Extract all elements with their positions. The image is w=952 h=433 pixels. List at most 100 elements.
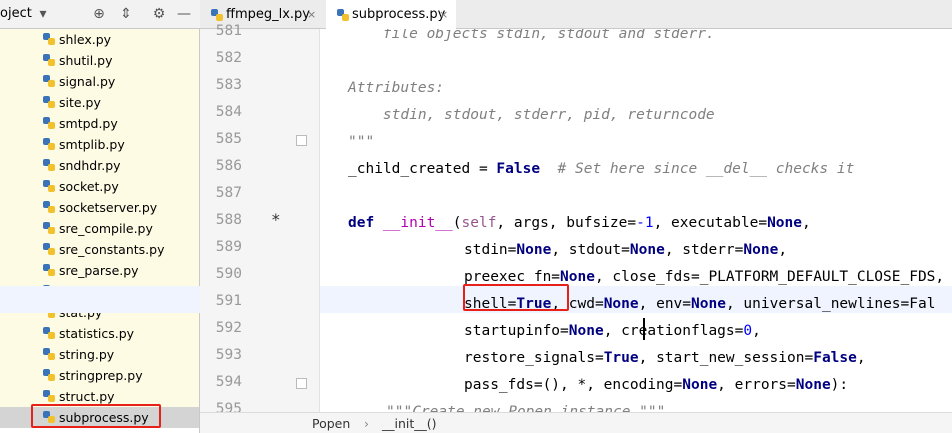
line-number: 587 [215, 185, 242, 201]
breadcrumb-method[interactable]: __init__() [382, 416, 437, 431]
fold-end-icon[interactable] [296, 135, 307, 146]
file-name: struct.py [59, 389, 115, 404]
python-file-icon [43, 222, 55, 234]
editor-tab-bar: ffmpeg_lx.py × subprocess.py × [200, 0, 952, 29]
file-name: string.py [59, 347, 115, 362]
line-number: 585 [215, 131, 242, 147]
code-line-584: stdin, stdout, stderr, pid, returncode [348, 107, 715, 123]
file-name: shlex.py [59, 32, 112, 47]
file-tree-item[interactable]: smtpd.py [0, 113, 199, 134]
breadcrumb-class[interactable]: Popen [312, 416, 350, 431]
tab-label: subprocess.py [352, 7, 446, 22]
line-number: 582 [215, 50, 242, 66]
python-file-icon [337, 9, 349, 21]
file-tree-item[interactable]: sre_constants.py [0, 239, 199, 260]
python-file-icon [43, 117, 55, 129]
modified-marker: * [271, 210, 281, 229]
python-file-icon [43, 327, 55, 339]
python-file-icon [43, 369, 55, 381]
python-file-icon [43, 348, 55, 360]
collapse-icon[interactable]: ⇕ [117, 4, 135, 24]
file-tree-item[interactable]: stringprep.py [0, 365, 199, 386]
code-line-586: _child_created = False # Set here since … [348, 161, 855, 177]
file-tree-item[interactable]: string.py [0, 344, 199, 365]
python-file-icon [43, 33, 55, 45]
code-line-590: preexec_fn=None, close_fds=_PLATFORM_DEF… [464, 269, 945, 285]
file-tree-item[interactable]: statistics.py [0, 323, 199, 344]
fold-end-icon[interactable] [296, 378, 307, 389]
file-name: sndhdr.py [59, 158, 121, 173]
file-name: sre_parse.py [59, 263, 139, 278]
line-number: 588 [215, 212, 242, 228]
python-file-icon [43, 201, 55, 213]
file-name: sre_constants.py [59, 242, 165, 257]
file-tree-item[interactable]: struct.py [0, 386, 199, 407]
python-file-icon [43, 96, 55, 108]
python-file-icon [43, 75, 55, 87]
python-file-icon [43, 411, 55, 423]
close-icon[interactable]: × [439, 0, 448, 29]
code-line-589: stdin=None, stdout=None, stderr=None, [464, 242, 788, 258]
code-line-591: shell=True, cwd=None, env=None, universa… [464, 296, 936, 312]
file-tree-item[interactable]: site.py [0, 92, 199, 113]
python-file-icon [43, 54, 55, 66]
project-title[interactable]: oject [0, 6, 32, 21]
file-tree-item[interactable]: shutil.py [0, 50, 199, 71]
code-line-594: pass_fds=(), *, encoding=None, errors=No… [464, 377, 849, 393]
python-file-icon [43, 264, 55, 276]
gear-icon[interactable]: ⚙ [150, 4, 168, 24]
python-file-icon [43, 390, 55, 402]
code-line-583: Attributes: [348, 80, 445, 96]
editor-gutter: 581 582 583 584 585 586 587 588 589 590 … [200, 23, 320, 417]
code-line-585: """ [348, 134, 375, 150]
file-name: socket.py [59, 179, 119, 194]
line-number: 581 [215, 23, 242, 39]
crosshair-icon[interactable]: ⊕ [90, 4, 108, 24]
file-tree-item[interactable]: sre_parse.py [0, 260, 199, 281]
line-number: 594 [215, 374, 242, 390]
tab-subprocess[interactable]: subprocess.py × [326, 0, 456, 29]
line-number: 590 [215, 266, 242, 282]
file-tree-item[interactable]: sndhdr.py [0, 155, 199, 176]
breadcrumb: Popen › __init__() [200, 412, 952, 433]
line-number: 591 [215, 293, 242, 309]
file-tree-item[interactable]: socketserver.py [0, 197, 199, 218]
python-file-icon [211, 9, 223, 21]
file-tree-item[interactable]: shlex.py [0, 29, 199, 50]
code-editor[interactable]: file objects stdin, stdout and stderr. A… [321, 29, 952, 412]
line-number: 589 [215, 239, 242, 255]
file-name: smtpd.py [59, 116, 118, 131]
line-number: 583 [215, 77, 242, 93]
code-line-592: startupinfo=None, creationflags=0, [464, 323, 761, 339]
file-tree-item[interactable]: sre_compile.py [0, 218, 199, 239]
close-icon[interactable]: × [307, 0, 316, 29]
python-file-icon [43, 180, 55, 192]
code-line-581: file objects stdin, stdout and stderr. [348, 29, 715, 42]
file-name: shutil.py [59, 53, 113, 68]
python-file-icon [43, 243, 55, 255]
file-tree-item[interactable]: signal.py [0, 71, 199, 92]
file-name: sre_compile.py [59, 221, 153, 236]
python-file-icon [43, 138, 55, 150]
file-name: smtplib.py [59, 137, 125, 152]
code-line-593: restore_signals=True, start_new_session=… [464, 350, 866, 366]
line-number: 584 [215, 104, 242, 120]
line-number: 593 [215, 347, 242, 363]
file-name: stringprep.py [59, 368, 143, 383]
file-name: socketserver.py [59, 200, 158, 215]
code-line-595: """Create new Popen instance.""" [386, 404, 666, 412]
code-line-588: def __init__(self, args, bufsize=-1, exe… [348, 215, 811, 231]
breadcrumb-separator: › [364, 416, 369, 431]
text-cursor [643, 318, 645, 340]
file-tree-item[interactable]: smtplib.py [0, 134, 199, 155]
project-header: oject ▾ ⊕ ⇕ ⚙ — [0, 0, 200, 29]
line-number: 586 [215, 158, 242, 174]
dropdown-arrow-icon[interactable]: ▾ [34, 4, 52, 24]
file-name: subprocess.py [59, 410, 149, 425]
file-name: statistics.py [59, 326, 135, 341]
hide-icon[interactable]: — [175, 4, 193, 24]
project-panel: oject ▾ ⊕ ⇕ ⚙ — shlex.py shutil.py signal.… [0, 0, 200, 433]
file-tree-item[interactable]: subprocess.py [0, 407, 199, 428]
file-tree-item[interactable]: socket.py [0, 176, 199, 197]
file-tree: shlex.py shutil.py signal.py site.py smtpd.p… [0, 29, 199, 428]
